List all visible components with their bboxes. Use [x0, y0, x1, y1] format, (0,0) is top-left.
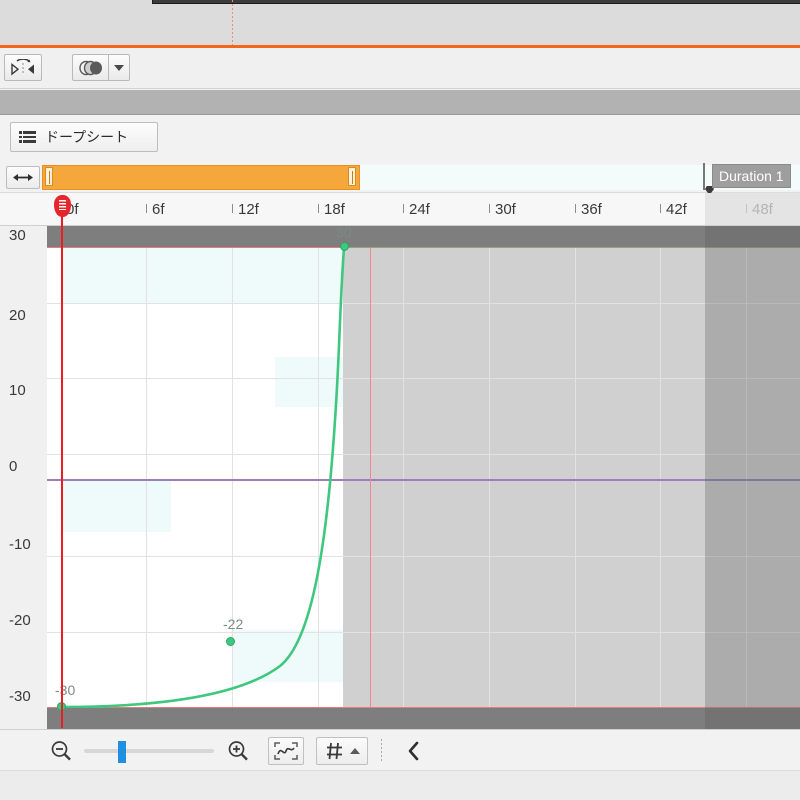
top-toolbar — [0, 48, 800, 89]
y-axis-label-neg10: -10 — [9, 536, 31, 553]
range-start-handle[interactable] — [45, 167, 53, 186]
value-axis-gutter — [0, 226, 47, 729]
ruler-label-24f: 24f — [409, 201, 430, 218]
bottom-toolbar — [0, 729, 800, 771]
zoom-slider-track[interactable] — [84, 749, 214, 753]
playhead-line — [61, 210, 63, 728]
fit-curve-button[interactable] — [268, 737, 304, 765]
y-axis-label-neg30: -30 — [9, 688, 31, 705]
dope-sheet-label: ドープシート — [45, 129, 129, 145]
grid-snap-button[interactable] — [316, 737, 368, 765]
chevron-up-icon — [349, 748, 360, 754]
zoom-in-button[interactable] — [224, 737, 252, 765]
y-axis-label-neg20: -20 — [9, 612, 31, 629]
ruler-label-42f: 42f — [666, 201, 687, 218]
horizontal-resize-icon — [12, 172, 34, 183]
range-resize-button[interactable] — [6, 166, 40, 189]
canvas-strip — [0, 0, 800, 47]
past-duration-shade — [705, 226, 800, 729]
fit-curve-icon — [273, 741, 299, 761]
range-active-span[interactable] — [42, 165, 360, 190]
ruler-label-30f: 30f — [495, 201, 516, 218]
animation-curve[interactable] — [0, 226, 800, 729]
canvas-frame — [152, 0, 800, 4]
ruler-label-12f: 12f — [238, 201, 259, 218]
y-axis-label-30: 30 — [9, 227, 26, 244]
canvas-playhead-guide — [232, 0, 233, 47]
timeline-ruler[interactable]: 0f 6f 12f 18f 24f 30f 36f 42f 48f — [0, 193, 800, 226]
panel-footer — [0, 771, 800, 800]
range-bar-row: Duration 1 — [0, 162, 800, 195]
curve-editor-panel: ドープシート Duration 1 0f 6f 12f 18f 24f 30f … — [0, 0, 800, 800]
y-axis-label-10: 10 — [9, 382, 26, 399]
onion-skin-icon — [77, 60, 105, 76]
zoom-out-icon — [49, 739, 73, 763]
list-icon — [19, 131, 36, 143]
panel-switch-row: ドープシート — [0, 116, 800, 162]
onion-skin-button[interactable] — [72, 54, 108, 81]
track-header-band — [0, 90, 800, 115]
collapse-panel-button[interactable] — [400, 737, 428, 765]
toolbar-separator — [381, 739, 382, 763]
keyframe-dot-frame-12[interactable] — [226, 637, 235, 646]
lower-limit-band — [0, 708, 800, 729]
chevron-down-icon — [114, 64, 124, 71]
duration-label[interactable]: Duration 1 — [712, 164, 791, 188]
y-axis-label-20: 20 — [9, 307, 26, 324]
ruler-label-48f: 48f — [752, 201, 773, 218]
keyframe-value-frame-18: 30 — [336, 226, 352, 240]
keyframe-value-frame-12: -22 — [223, 616, 244, 632]
onion-skin-dropdown-button[interactable] — [108, 54, 130, 81]
ruler-label-36f: 36f — [581, 201, 602, 218]
keyframe-dot-frame-18[interactable] — [340, 242, 349, 251]
playhead-handle[interactable] — [54, 195, 71, 217]
mirror-flip-icon — [10, 59, 36, 76]
keyframe-value-frame-0: -30 — [55, 682, 76, 698]
grid-snap-icon — [325, 741, 345, 761]
zoom-out-button[interactable] — [47, 737, 75, 765]
range-end-handle[interactable] — [348, 167, 356, 186]
curve-graph-area[interactable]: 30 20 10 0 -10 -20 -30 -30 -22 30 — [0, 226, 800, 729]
ruler-label-6f: 6f — [152, 201, 165, 218]
chevron-left-icon — [405, 740, 423, 762]
dope-sheet-button[interactable]: ドープシート — [10, 122, 158, 152]
upper-limit-band — [0, 226, 800, 247]
y-axis-label-0: 0 — [9, 458, 18, 475]
ruler-label-18f: 18f — [324, 201, 345, 218]
zoom-in-icon — [226, 739, 250, 763]
mirror-flip-button[interactable] — [4, 54, 42, 81]
zoom-slider-handle[interactable] — [118, 741, 126, 763]
duration-marker-stem — [703, 163, 705, 190]
